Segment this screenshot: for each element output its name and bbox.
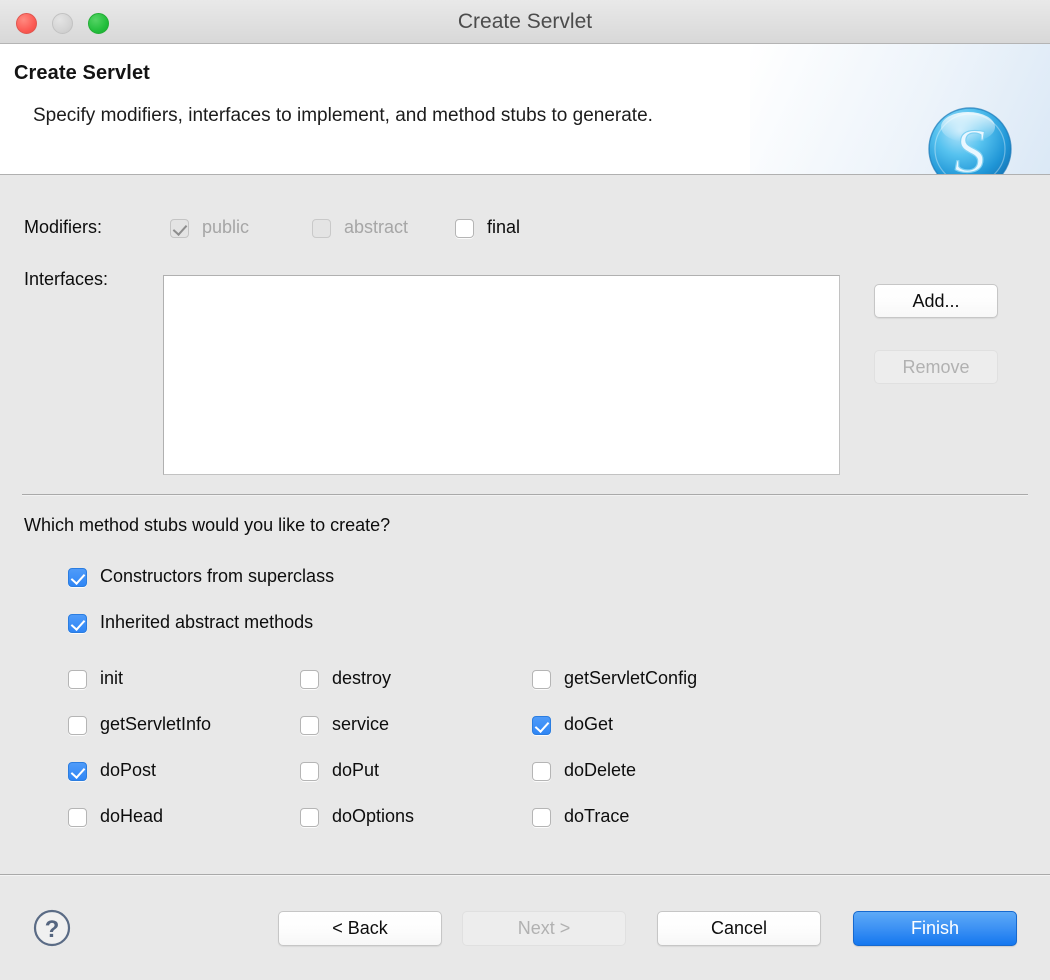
checkbox-inherited-abstract-methods[interactable] <box>68 614 87 633</box>
checkbox-init-label[interactable]: init <box>100 668 123 689</box>
footer-divider <box>0 874 1050 876</box>
checkbox-service[interactable] <box>300 716 319 735</box>
wizard-header: Create Servlet Specify modifiers, interf… <box>0 44 1050 175</box>
back-button[interactable]: < Back <box>278 911 442 946</box>
remove-interface-button: Remove <box>874 350 998 384</box>
checkbox-dopost-label[interactable]: doPost <box>100 760 156 781</box>
section-divider <box>22 494 1028 496</box>
checkbox-dotrace-label[interactable]: doTrace <box>564 806 629 827</box>
method-stubs-question: Which method stubs would you like to cre… <box>24 515 391 535</box>
checkbox-final-label[interactable]: final <box>487 217 520 238</box>
checkbox-destroy-label[interactable]: destroy <box>332 668 391 689</box>
checkbox-getservletconfig-label[interactable]: getServletConfig <box>564 668 697 689</box>
next-button: Next > <box>462 911 626 946</box>
checkbox-doget[interactable] <box>532 716 551 735</box>
checkbox-dohead-label[interactable]: doHead <box>100 806 163 827</box>
page-description: Specify modifiers, interfaces to impleme… <box>33 105 653 126</box>
checkbox-getservletinfo-label[interactable]: getServletInfo <box>100 714 211 735</box>
checkbox-constructors-from-superclass[interactable] <box>68 568 87 587</box>
checkbox-dooptions[interactable] <box>300 808 319 827</box>
checkbox-init[interactable] <box>68 670 87 689</box>
checkbox-public <box>170 219 189 238</box>
checkbox-dopost[interactable] <box>68 762 87 781</box>
checkbox-doget-label[interactable]: doGet <box>564 714 613 735</box>
checkbox-inherited-abstract-methods-label[interactable]: Inherited abstract methods <box>100 612 313 633</box>
interfaces-label: Interfaces: <box>24 269 109 289</box>
checkbox-dooptions-label[interactable]: doOptions <box>332 806 414 827</box>
checkbox-final[interactable] <box>455 219 474 238</box>
servlet-logo-icon: S <box>922 104 1018 175</box>
checkbox-doput[interactable] <box>300 762 319 781</box>
svg-text:S: S <box>955 118 986 175</box>
add-interface-button[interactable]: Add... <box>874 284 998 318</box>
finish-button[interactable]: Finish <box>853 911 1017 946</box>
window-title: Create Servlet <box>457 10 593 33</box>
checkbox-dodelete[interactable] <box>532 762 551 781</box>
checkbox-destroy[interactable] <box>300 670 319 689</box>
checkbox-public-label: public <box>202 217 250 237</box>
page-title: Create Servlet <box>14 62 150 84</box>
checkbox-getservletinfo[interactable] <box>68 716 87 735</box>
checkbox-abstract <box>312 219 331 238</box>
modifiers-label: Modifiers: <box>24 217 103 237</box>
checkbox-abstract-label: abstract <box>344 217 409 237</box>
checkbox-dodelete-label[interactable]: doDelete <box>564 760 636 781</box>
checkbox-dohead[interactable] <box>68 808 87 827</box>
svg-text:?: ? <box>45 916 60 943</box>
help-icon[interactable]: ? <box>32 908 72 948</box>
checkbox-service-label[interactable]: service <box>332 714 389 735</box>
cancel-button[interactable]: Cancel <box>657 911 821 946</box>
checkbox-constructors-from-superclass-label[interactable]: Constructors from superclass <box>100 566 334 587</box>
checkbox-dotrace[interactable] <box>532 808 551 827</box>
checkbox-doput-label[interactable]: doPut <box>332 760 379 781</box>
checkbox-getservletconfig[interactable] <box>532 670 551 689</box>
title-bar: Create Servlet <box>0 0 1050 44</box>
interfaces-list[interactable] <box>163 275 840 475</box>
create-servlet-dialog: Create Servlet Create Servlet Specify mo… <box>0 0 1050 980</box>
